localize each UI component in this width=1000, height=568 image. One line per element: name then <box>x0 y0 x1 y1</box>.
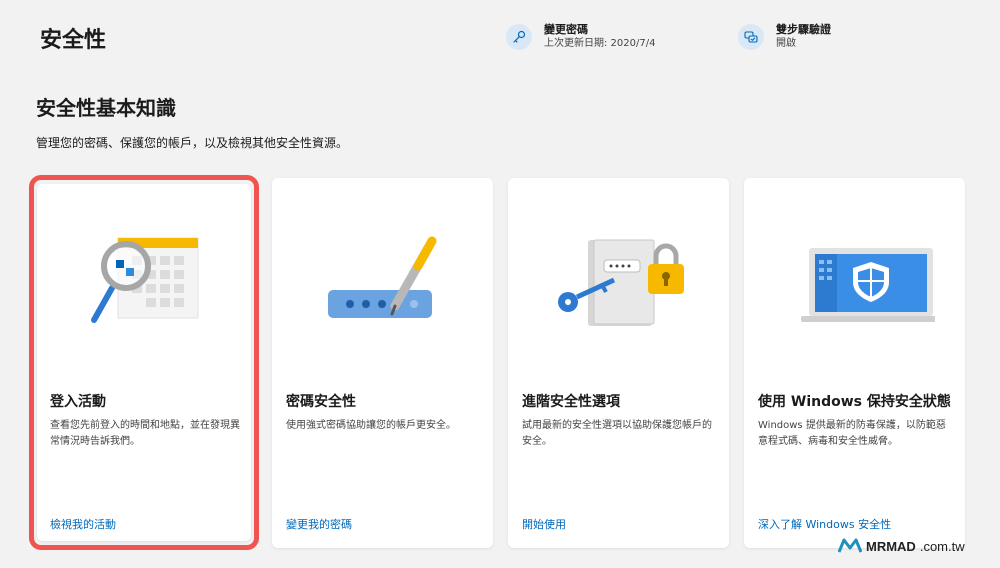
card-description: 試用最新的安全性選項以協助保護您帳戶的安全。 <box>522 420 712 447</box>
calendar-magnifier-illustration <box>37 226 251 346</box>
two-step-status: 開啟 <box>776 38 796 49</box>
page-title: 安全性 <box>40 28 107 53</box>
watermark-suffix: .com.tw <box>919 538 965 554</box>
card-sign-in-activity: 登入活動 查看您先前登入的時間和地點，並在發現異常情況時告訴我們。 檢視我的活動 <box>37 184 251 541</box>
card-description: Windows 提供最新的防毒保護，以防範惡意程式碼、病毒和安全性威脅。 <box>758 420 946 447</box>
key-icon <box>506 23 532 50</box>
two-step-verification-action[interactable]: 雙步驟驗證 開啟 <box>738 22 831 51</box>
change-password-title: 變更密碼 <box>544 23 588 36</box>
laptop-shield-illustration <box>744 226 965 346</box>
book-key-lock-illustration <box>508 226 729 346</box>
card-title: 登入活動 <box>50 394 106 410</box>
view-my-activity-link[interactable]: 檢視我的活動 <box>50 516 116 532</box>
card-title: 進階安全性選項 <box>522 394 620 410</box>
learn-windows-security-link[interactable]: 深入了解 Windows 安全性 <box>758 516 891 532</box>
section-title: 安全性基本知識 <box>36 96 176 120</box>
watermark: MRMAD .com.tw <box>838 538 965 554</box>
card-description: 使用強式密碼協助讓您的帳戶更安全。 <box>286 420 456 431</box>
section-description: 管理您的密碼、保護您的帳戶，以及檢視其他安全性資源。 <box>36 136 349 150</box>
card-title: 使用 Windows 保持安全狀態 <box>758 394 951 410</box>
card-password-security: 密碼安全性 使用強式密碼協助讓您的帳戶更安全。 變更我的密碼 <box>272 178 493 548</box>
watermark-brand: MRMAD <box>866 538 916 554</box>
change-my-password-link[interactable]: 變更我的密碼 <box>286 516 352 532</box>
two-step-icon <box>738 23 764 50</box>
password-field-pen-illustration <box>272 226 493 346</box>
card-windows-security: 使用 Windows 保持安全狀態 Windows 提供最新的防毒保護，以防範惡… <box>744 178 965 548</box>
change-password-action[interactable]: 變更密碼 上次更新日期: 2020/7/4 <box>506 22 655 51</box>
mrmad-logo-icon <box>838 538 862 553</box>
card-title: 密碼安全性 <box>286 394 356 410</box>
two-step-title: 雙步驟驗證 <box>776 23 831 36</box>
card-advanced-security: 進階安全性選項 試用最新的安全性選項以協助保護您帳戶的安全。 開始使用 <box>508 178 729 548</box>
card-description: 查看您先前登入的時間和地點，並在發現異常情況時告訴我們。 <box>50 420 240 447</box>
get-started-link[interactable]: 開始使用 <box>522 516 566 532</box>
change-password-subtitle: 上次更新日期: 2020/7/4 <box>544 38 656 49</box>
